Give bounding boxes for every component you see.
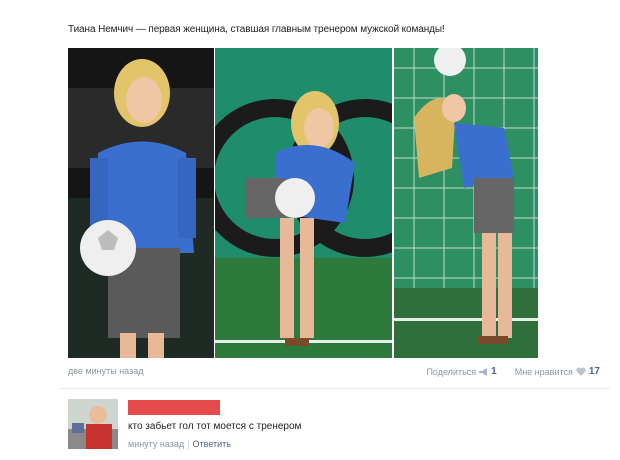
like-count: 17 — [588, 366, 600, 377]
photo-grid — [68, 48, 538, 358]
comment-timestamp[interactable]: минуту назад — [128, 439, 184, 449]
heart-icon — [576, 367, 586, 376]
divider — [60, 388, 610, 389]
like-button[interactable]: Мне нравится 17 — [515, 366, 600, 377]
megaphone-icon — [479, 367, 488, 376]
share-button[interactable]: Поделиться 1 — [426, 366, 496, 377]
post-photo-1[interactable] — [68, 48, 214, 358]
like-label: Мне нравится — [514, 366, 573, 377]
post-timestamp[interactable]: две минуты назад — [68, 366, 143, 376]
comment-separator: | — [187, 439, 190, 449]
reply-button[interactable]: Ответить — [193, 439, 231, 449]
avatar[interactable] — [68, 399, 118, 449]
post-text: Тиана Немчич — первая женщина, ставшая г… — [68, 24, 445, 35]
comment-author-redacted — [128, 400, 220, 415]
comment-text: кто забьет гол тот моется с тренером — [128, 421, 302, 432]
share-count: 1 — [491, 366, 497, 377]
post-photo-3[interactable] — [394, 48, 538, 358]
post-actions: Поделиться 1 Мне нравится 17 — [426, 366, 600, 377]
post-photo-2[interactable] — [215, 48, 392, 358]
share-label: Поделиться — [426, 366, 477, 377]
comment-meta: минуту назад | Ответить — [128, 439, 231, 449]
